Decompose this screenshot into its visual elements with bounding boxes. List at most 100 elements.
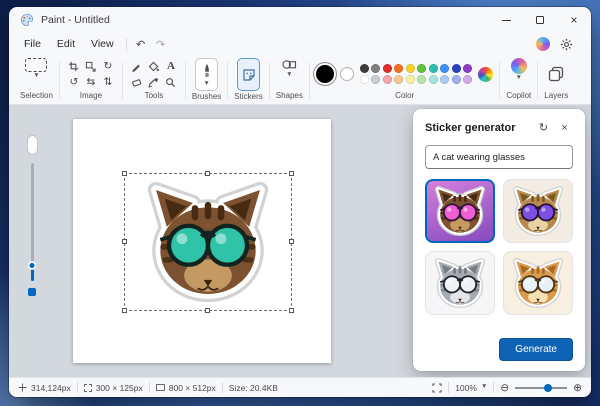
copilot-button[interactable]: ▼ [510, 58, 527, 90]
shapes-button[interactable]: ▼ [281, 58, 297, 90]
pencil-tool-button[interactable] [129, 59, 145, 74]
panel-close-button[interactable]: × [556, 119, 573, 136]
fit-to-screen-button[interactable] [432, 382, 442, 393]
color-swatch[interactable] [359, 63, 369, 73]
selection-handle-e[interactable] [289, 239, 294, 244]
sticker-thumbnail-2[interactable] [503, 179, 573, 243]
resize-icon [86, 61, 97, 72]
edit-colors-button[interactable] [478, 66, 494, 82]
primary-color-swatch[interactable] [315, 65, 334, 83]
zoom-slider-track [515, 387, 568, 389]
color-swatch[interactable] [463, 75, 473, 85]
chevron-down-icon: ▼ [515, 74, 523, 81]
rotate-left-button[interactable]: ↺ [66, 75, 82, 90]
canvas-cat-sticker[interactable] [143, 177, 273, 307]
zoom-slider-thumb[interactable] [544, 383, 553, 392]
color-swatch[interactable] [394, 63, 404, 73]
eraser-tool-button[interactable] [129, 75, 145, 90]
close-button[interactable]: × [557, 7, 591, 33]
color-swatch[interactable] [405, 63, 415, 73]
resize-button[interactable] [83, 59, 99, 74]
title-bar[interactable]: Paint - Untitled × [9, 7, 591, 33]
settings-button[interactable] [556, 36, 576, 53]
selection-size-value: 300 × 125px [95, 382, 143, 393]
color-swatch[interactable] [440, 75, 450, 85]
minimize-button[interactable] [489, 7, 523, 33]
desktop-wallpaper: Paint - Untitled × File Edit View ↶ ↷ ▼ … [0, 0, 600, 406]
maximize-button[interactable] [523, 7, 557, 33]
redo-button[interactable]: ↷ [151, 36, 171, 53]
selection-region[interactable] [122, 171, 294, 313]
zoom-in-button[interactable]: ⊕ [573, 382, 582, 394]
regenerate-button[interactable]: ↻ [535, 119, 552, 136]
generate-button[interactable]: Generate [499, 338, 573, 361]
text-tool-icon: A [166, 60, 175, 72]
selection-handle-n[interactable] [205, 171, 210, 176]
color-swatch[interactable] [359, 75, 369, 85]
rotate-right-icon: ↻ [103, 60, 113, 72]
undo-button[interactable]: ↶ [131, 36, 151, 53]
menu-item-file[interactable]: File [16, 36, 49, 52]
layers-icon [549, 66, 564, 82]
menu-item-view[interactable]: View [83, 36, 122, 52]
color-swatch[interactable] [371, 63, 381, 73]
selection-handle-se[interactable] [289, 308, 294, 313]
menu-item-edit[interactable]: Edit [49, 36, 83, 52]
chevron-down-icon: ▼ [33, 72, 40, 79]
text-tool-button[interactable]: A [163, 59, 179, 74]
account-avatar-icon[interactable] [536, 37, 550, 51]
color-picker-tool-button[interactable] [146, 75, 162, 90]
selection-tool-button[interactable]: ▼ [25, 58, 48, 90]
cat-sticker-image [433, 184, 487, 238]
sticker-thumbnail-4[interactable] [503, 251, 573, 315]
layers-button[interactable] [548, 58, 564, 90]
color-swatch[interactable] [440, 63, 450, 73]
stickers-button[interactable] [237, 58, 260, 91]
color-swatch[interactable] [382, 75, 392, 85]
selection-handle-s[interactable] [205, 308, 210, 313]
zoom-level-dropdown[interactable]: 100% ▼ [455, 383, 487, 393]
drawing-canvas[interactable] [73, 119, 331, 363]
ribbon-group-layers: Layers [539, 57, 573, 104]
zoom-level-value: 100% [455, 382, 477, 393]
sticker-thumbnail-3[interactable] [425, 251, 495, 315]
fill-tool-button[interactable] [146, 59, 162, 74]
size-slider-handle[interactable] [26, 135, 38, 155]
sticker-thumbnail-1[interactable] [425, 179, 495, 243]
color-swatch[interactable] [451, 75, 461, 85]
magnifier-tool-button[interactable] [163, 75, 179, 90]
color-swatch[interactable] [394, 75, 404, 85]
selection-handle-ne[interactable] [289, 171, 294, 176]
canvas-size: 800 × 512px [155, 383, 216, 393]
color-swatch[interactable] [417, 63, 427, 73]
prompt-input[interactable] [425, 145, 573, 169]
group-label-tools: Tools [144, 91, 164, 100]
secondary-color-swatch[interactable] [339, 67, 354, 81]
zoom-out-button[interactable]: ⊖ [500, 382, 509, 394]
selection-handle-nw[interactable] [122, 171, 127, 176]
color-swatch[interactable] [428, 75, 438, 85]
window-controls: × [489, 7, 591, 33]
close-icon: × [561, 121, 568, 134]
color-swatch[interactable] [371, 75, 381, 85]
color-swatch[interactable] [463, 63, 473, 73]
selection-handle-sw[interactable] [122, 308, 127, 313]
flip-horizontal-button[interactable]: ⇆ [83, 75, 99, 90]
canvas-size-icon [155, 384, 165, 391]
brushes-button[interactable]: ▼ [195, 58, 219, 91]
color-swatch[interactable] [428, 63, 438, 73]
color-swatch[interactable] [382, 63, 392, 73]
rotate-right-button[interactable]: ↻ [100, 59, 116, 74]
crop-button[interactable] [66, 59, 82, 74]
color-swatch[interactable] [451, 63, 461, 73]
flip-vertical-button[interactable]: ⇅ [100, 75, 116, 90]
file-size: Size: 20.4KB [229, 383, 278, 393]
selection-handle-w[interactable] [122, 239, 127, 244]
color-swatch[interactable] [417, 75, 427, 85]
magnifier-icon [166, 77, 176, 87]
zoom-slider[interactable] [515, 383, 568, 393]
color-swatch[interactable] [405, 75, 415, 85]
size-slider-track[interactable] [27, 163, 37, 281]
size-slider[interactable] [22, 135, 42, 296]
size-slider-thumb[interactable] [27, 261, 37, 270]
